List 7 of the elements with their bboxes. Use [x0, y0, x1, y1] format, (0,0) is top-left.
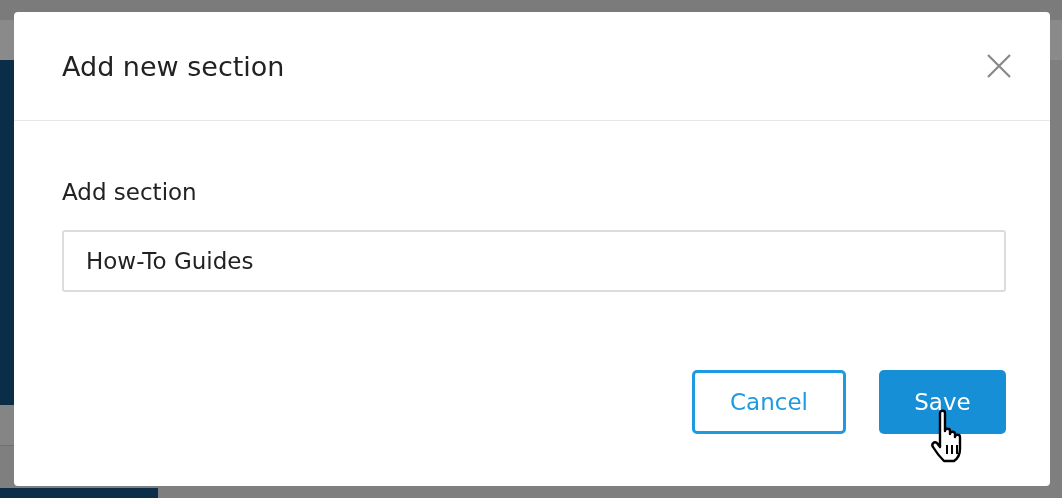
- close-button[interactable]: [986, 53, 1012, 79]
- cancel-button[interactable]: Cancel: [692, 370, 846, 434]
- save-button[interactable]: Save: [879, 370, 1006, 434]
- dialog-title: Add new section: [62, 50, 285, 82]
- close-icon: [987, 54, 1011, 78]
- section-name-field[interactable]: How-To Guides: [62, 230, 1006, 292]
- field-label: Add section: [62, 178, 197, 207]
